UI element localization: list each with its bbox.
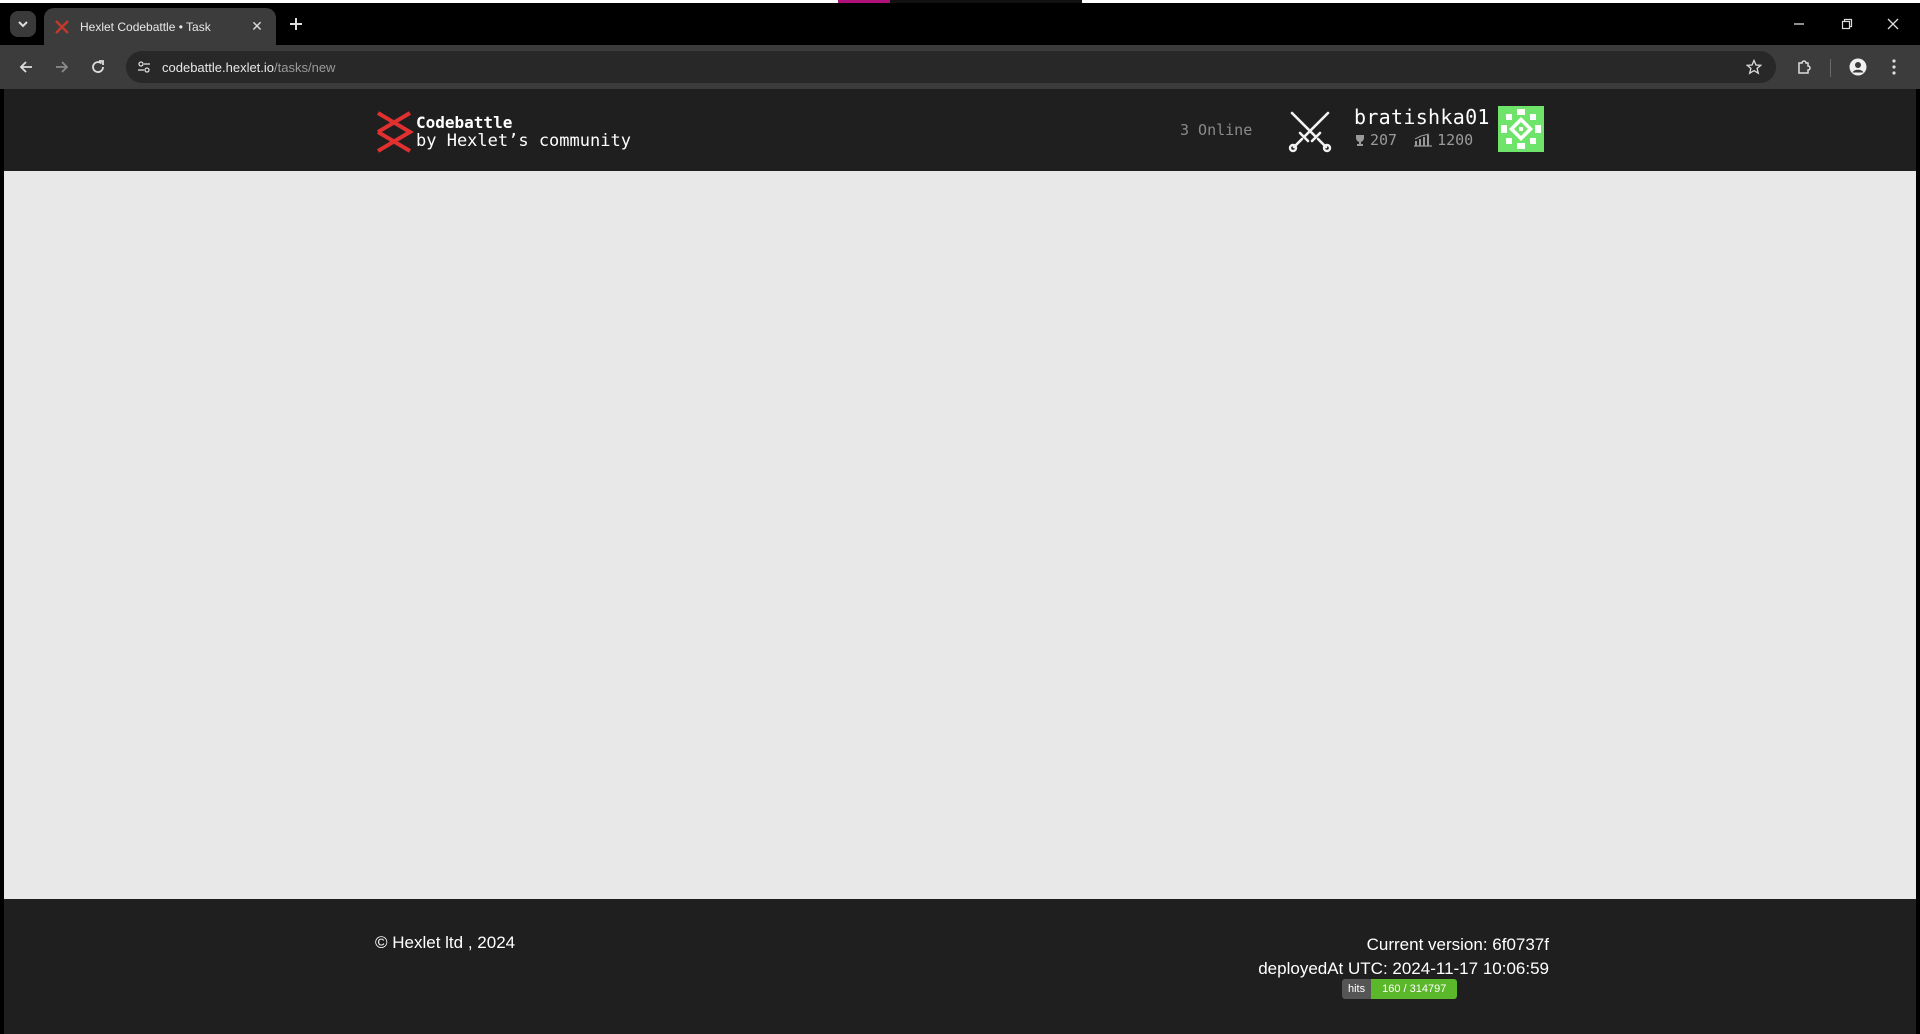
- brand-title: Codebattle: [416, 113, 513, 132]
- username[interactable]: bratishka01: [1354, 105, 1490, 129]
- bookmark-star-icon[interactable]: [1744, 57, 1764, 77]
- chart-bars-icon: [1414, 133, 1433, 147]
- rating-value: 1200: [1437, 131, 1474, 149]
- hits-badge[interactable]: hits 160 / 314797: [1342, 979, 1458, 999]
- close-icon: [1887, 18, 1899, 30]
- reload-icon: [92, 60, 104, 73]
- toolbar-separator: [1830, 59, 1831, 77]
- browser-toolbar: codebattle.hexlet.io/tasks/new: [0, 45, 1920, 89]
- trophy-icon: [1356, 134, 1364, 146]
- trophy-stat: 207: [1354, 131, 1397, 149]
- tab-title: Hexlet Codebattle • Task: [80, 19, 211, 34]
- more-vert-icon: [1892, 59, 1896, 75]
- hits-value: 160 / 314797: [1371, 979, 1458, 999]
- extensions-button[interactable]: [1790, 53, 1818, 81]
- minimize-icon: [1794, 23, 1804, 25]
- brand-text: Codebattle by Hexlet’s community: [416, 113, 631, 151]
- url-domain: codebattle.hexlet.io: [162, 59, 275, 75]
- hits-label: hits: [1342, 979, 1372, 999]
- online-count: 3 Online: [1180, 121, 1253, 139]
- trophy-count: 207: [1370, 131, 1398, 149]
- top-accent: [838, 0, 890, 3]
- main-content: [4, 171, 1916, 899]
- profile-button[interactable]: [1844, 53, 1872, 81]
- new-tab-button[interactable]: [284, 12, 308, 36]
- restore-button[interactable]: [1824, 10, 1870, 38]
- user-info[interactable]: bratishka01 207 1200: [1354, 105, 1490, 149]
- plus-icon: [290, 18, 302, 30]
- arrow-left-icon: [19, 61, 32, 73]
- back-button[interactable]: [12, 53, 40, 81]
- url-path: /tasks/new: [274, 59, 336, 75]
- tabstrip-top-border: [0, 0, 1920, 3]
- brand-subtitle: by Hexlet’s community: [416, 131, 631, 151]
- site-footer: © Hexlet ltd , 2024 Current version: 6f0…: [4, 899, 1916, 1034]
- copyright-text: © Hexlet ltd , 2024: [375, 933, 516, 952]
- profile-icon: [1849, 58, 1867, 76]
- puzzle-icon: [1798, 60, 1811, 74]
- tab-search-button[interactable]: [10, 11, 36, 37]
- web-page: Codebattle by Hexlet’s community 3 Onlin…: [4, 89, 1916, 1034]
- rating-stat: 1200: [1413, 131, 1473, 149]
- deployed-at: deployedAt UTC: 2024-11-17 10:06:59: [1258, 959, 1549, 978]
- minimize-button[interactable]: [1776, 10, 1822, 38]
- address-bar[interactable]: codebattle.hexlet.io/tasks/new: [126, 51, 1776, 83]
- reload-button[interactable]: [84, 53, 112, 81]
- version-info: Current version: 6f0737f deployedAt UTC:…: [1258, 933, 1549, 981]
- brand-link[interactable]: Codebattle by Hexlet’s community: [374, 111, 631, 153]
- codebattle-logo-icon: [376, 111, 414, 153]
- site-settings-icon[interactable]: [134, 57, 154, 77]
- current-version: Current version: 6f0737f: [1366, 935, 1549, 954]
- browser-tab-active[interactable]: Hexlet Codebattle • Task ✕: [44, 8, 276, 45]
- tab-close-icon[interactable]: ✕: [248, 18, 266, 36]
- site-header: Codebattle by Hexlet’s community 3 Onlin…: [4, 89, 1916, 171]
- user-stats: 207 1200: [1354, 131, 1490, 149]
- url-text[interactable]: codebattle.hexlet.io/tasks/new: [162, 60, 335, 75]
- crossed-swords-icon[interactable]: [1286, 107, 1334, 155]
- browser-menu-button[interactable]: [1880, 53, 1908, 81]
- top-accent-dark: [890, 0, 1082, 3]
- arrow-right-icon: [56, 61, 69, 73]
- close-window-button[interactable]: [1870, 10, 1916, 38]
- forward-button[interactable]: [48, 53, 76, 81]
- codebattle-favicon-icon: [54, 19, 70, 35]
- user-avatar[interactable]: [1498, 106, 1544, 152]
- restore-icon: [1841, 18, 1853, 30]
- browser-tabstrip: Hexlet Codebattle • Task ✕: [0, 0, 1920, 45]
- chevron-down-icon: [18, 21, 28, 28]
